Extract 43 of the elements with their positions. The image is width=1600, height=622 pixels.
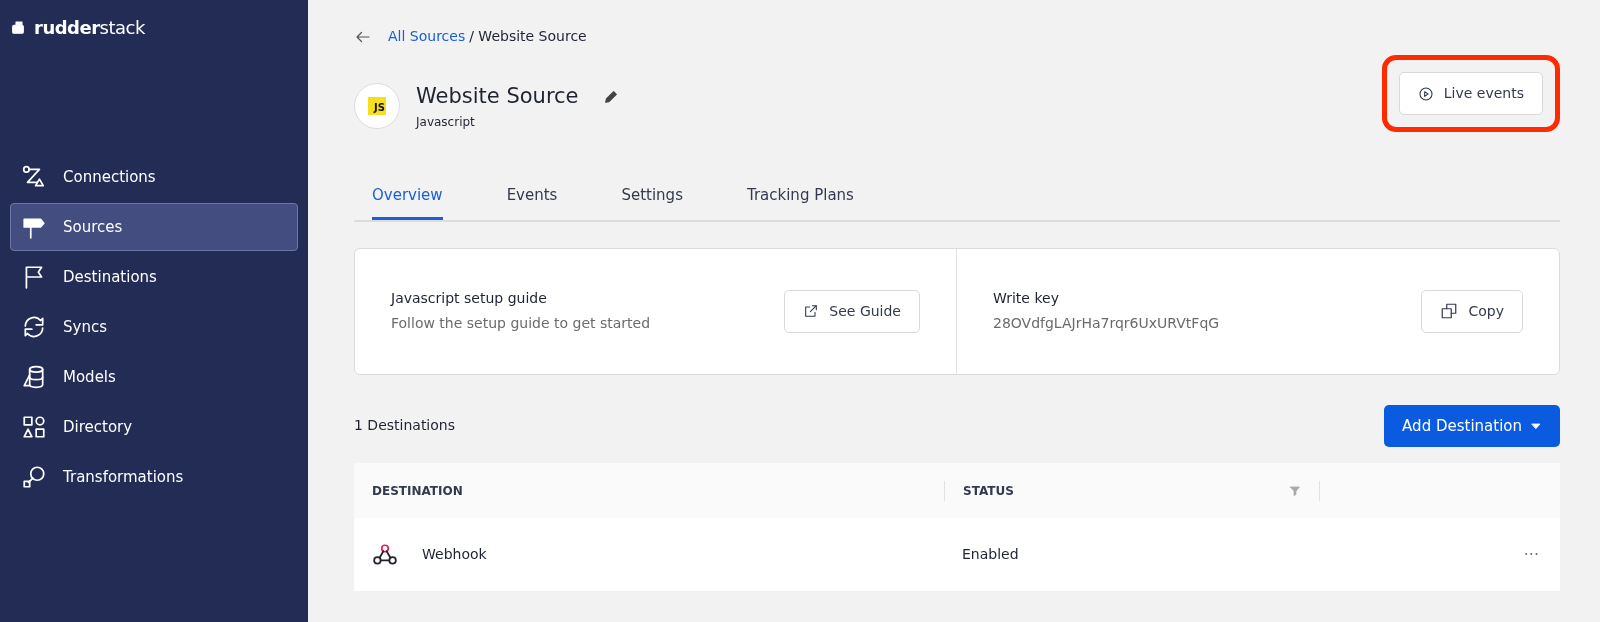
nav-item[interactable]: Transformations xyxy=(10,453,298,501)
table-cell: Enabled xyxy=(962,546,1019,562)
webhook-icon xyxy=(372,541,398,568)
guide-title: Javascript setup guide xyxy=(391,289,548,308)
write-key-title: Write key xyxy=(993,289,1060,308)
nav-item[interactable]: Connections xyxy=(10,153,298,201)
logo-text: rudderstack xyxy=(34,16,145,40)
tab[interactable]: Settings xyxy=(621,176,683,220)
sync-icon xyxy=(21,314,47,340)
source-subtitle: Javascript xyxy=(416,113,476,131)
shapes-icon xyxy=(21,414,47,440)
breadcrumb-current: / Website Source xyxy=(469,28,587,44)
nav-item[interactable]: Syncs xyxy=(10,303,298,351)
breadcrumb-link[interactable]: All Sources xyxy=(388,28,466,44)
column-header: DESTINATION xyxy=(372,483,463,498)
copy-icon xyxy=(1440,302,1459,320)
see-guide-button[interactable]: See Guide xyxy=(784,289,920,333)
transform-icon xyxy=(21,464,47,490)
table-cell-text: Webhook xyxy=(422,545,487,564)
filter-icon xyxy=(1289,484,1301,497)
more-menu-button[interactable]: ··· xyxy=(1522,541,1540,568)
nav-item[interactable]: Destinations xyxy=(10,253,298,301)
nav-item[interactable]: Directory xyxy=(10,403,298,451)
external-link-icon xyxy=(803,303,820,319)
database-icon xyxy=(21,364,47,390)
nav-item[interactable]: Models xyxy=(10,353,298,401)
column-header: STATUS xyxy=(963,482,1014,500)
nav-item[interactable]: Sources xyxy=(10,203,298,251)
destinations-count: 1 Destinations xyxy=(354,416,455,436)
tab[interactable]: Tracking Plans xyxy=(746,176,854,220)
copy-button[interactable]: Copy xyxy=(1421,289,1523,333)
js-logo: JS xyxy=(368,96,386,115)
route-icon xyxy=(21,164,47,190)
live-events-button[interactable]: Live events xyxy=(1398,72,1543,115)
tab[interactable]: Overview xyxy=(372,176,443,220)
logo-icon xyxy=(10,19,26,36)
pencil-icon[interactable] xyxy=(602,88,619,105)
tab[interactable]: Events xyxy=(506,176,558,220)
source-title: Website Source xyxy=(416,83,579,110)
write-key-text: 28OVdfgLAJrHa7rqr6UxURVtFqG xyxy=(993,314,1220,333)
play-circle-icon xyxy=(1417,85,1434,102)
add-destination-button[interactable]: Add Destination xyxy=(1384,404,1560,447)
guide-text: Follow the setup guide to get started xyxy=(391,314,651,333)
